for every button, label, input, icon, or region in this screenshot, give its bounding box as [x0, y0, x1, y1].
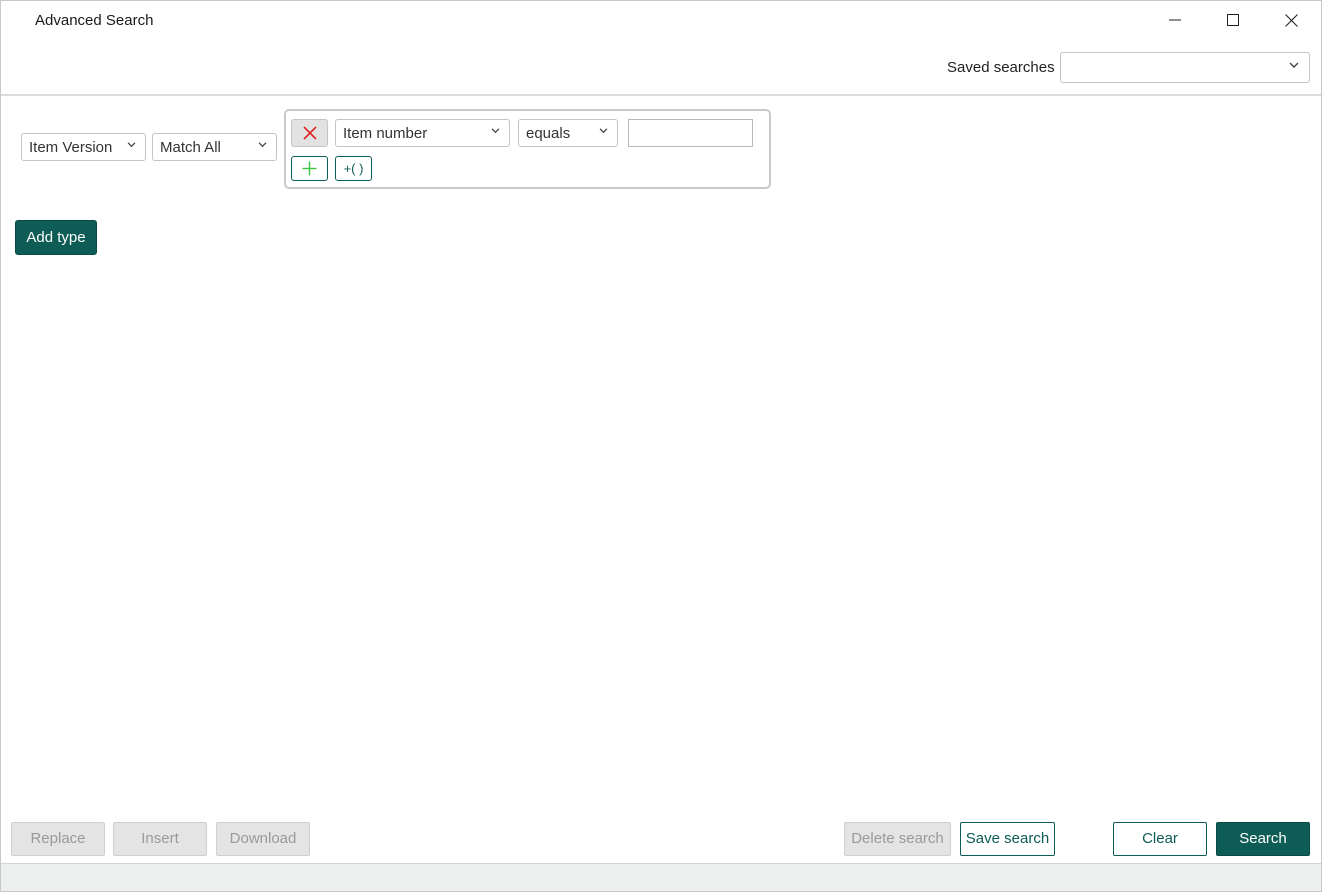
- status-bar: [1, 863, 1321, 891]
- minimize-button[interactable]: [1146, 1, 1204, 39]
- clear-button[interactable]: Clear: [1113, 822, 1207, 856]
- close-icon: [302, 126, 317, 140]
- download-button[interactable]: Download: [216, 822, 310, 856]
- field-dropdown[interactable]: Item number: [335, 119, 510, 147]
- delete-search-button[interactable]: Delete search: [844, 822, 951, 856]
- close-icon: [1284, 13, 1298, 27]
- window-title: Advanced Search: [35, 12, 154, 29]
- saved-searches-label: Saved searches: [947, 59, 1055, 76]
- insert-button[interactable]: Insert: [113, 822, 207, 856]
- add-group-button[interactable]: +( ): [335, 156, 372, 181]
- chevron-down-icon: [1289, 62, 1299, 68]
- save-search-button[interactable]: Save search: [960, 822, 1055, 856]
- chevron-down-icon: [599, 128, 608, 134]
- search-button[interactable]: Search: [1216, 822, 1310, 856]
- plus-icon: [302, 161, 317, 176]
- advanced-search-window: Advanced Search Saved searches Item Vers…: [0, 0, 1322, 892]
- operator-value: equals: [526, 125, 571, 142]
- criterion-value-input[interactable]: [628, 119, 753, 147]
- chevron-down-icon: [491, 128, 500, 134]
- chevron-down-icon: [127, 142, 136, 148]
- object-type-dropdown[interactable]: Item Version: [21, 133, 146, 161]
- saved-searches-dropdown[interactable]: [1060, 52, 1310, 83]
- operator-dropdown[interactable]: equals: [518, 119, 618, 147]
- maximize-button[interactable]: [1204, 1, 1262, 39]
- minimize-icon: [1169, 19, 1181, 21]
- match-mode-dropdown[interactable]: Match All: [152, 133, 277, 161]
- close-button[interactable]: [1262, 1, 1320, 39]
- add-type-button[interactable]: Add type: [15, 220, 97, 255]
- replace-button[interactable]: Replace: [11, 822, 105, 856]
- object-type-value: Item Version: [29, 139, 113, 156]
- search-header: Saved searches: [1, 41, 1321, 96]
- maximize-icon: [1227, 14, 1239, 26]
- field-value: Item number: [343, 125, 428, 142]
- chevron-down-icon: [258, 142, 267, 148]
- remove-criterion-button[interactable]: [291, 119, 328, 147]
- match-mode-value: Match All: [160, 139, 221, 156]
- add-criterion-button[interactable]: [291, 156, 328, 181]
- title-bar: Advanced Search: [1, 1, 1321, 41]
